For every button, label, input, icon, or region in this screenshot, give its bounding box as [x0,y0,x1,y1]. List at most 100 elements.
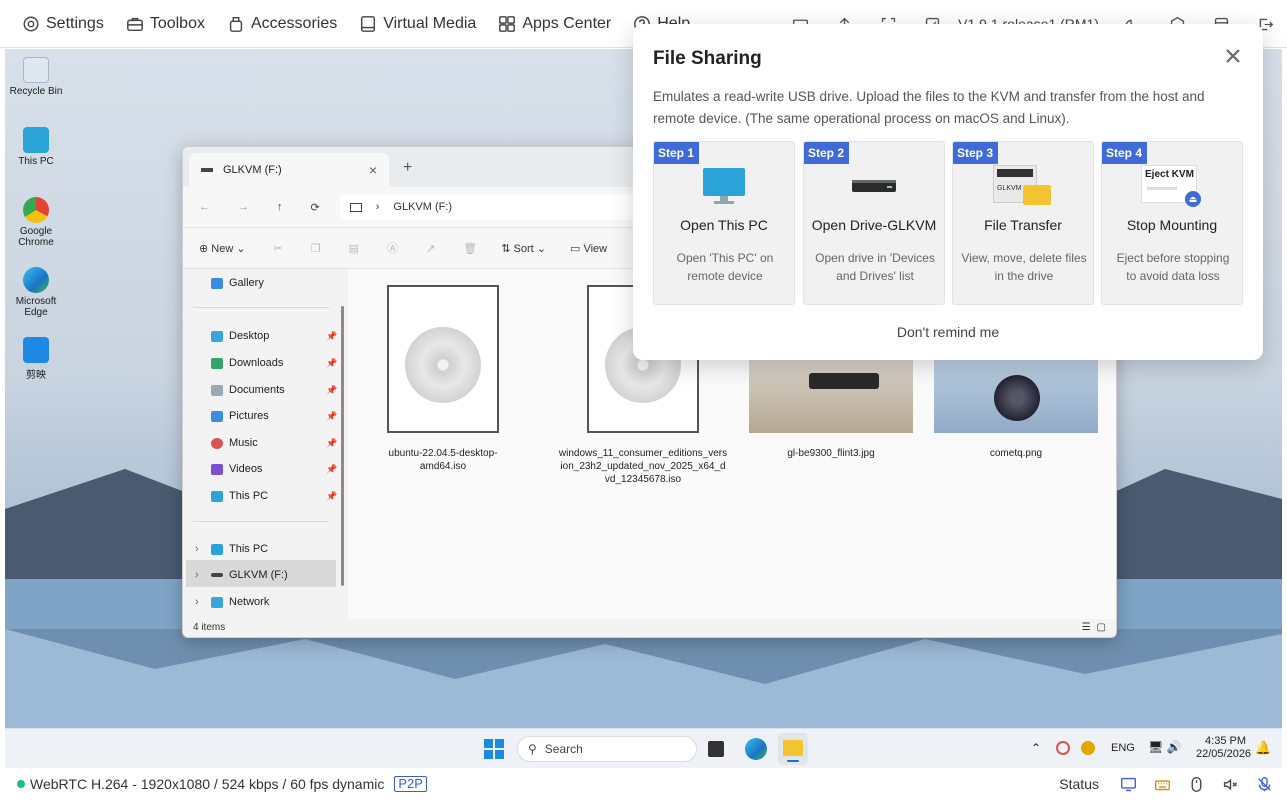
dialog-title: File Sharing [653,48,762,69]
language-indicator[interactable]: ENG [1111,742,1135,754]
virtual-media-menu[interactable]: Virtual Media [359,15,476,33]
accessories-menu[interactable]: Accessories [227,15,337,33]
sidebar-tree-glkvm[interactable]: GLKVM (F:) [211,569,288,581]
step-title: Stop Mounting [1126,217,1218,233]
sidebar-tree-network[interactable]: Network [211,596,269,608]
media-icon [361,15,376,32]
speaker-muted-icon[interactable] [1221,775,1239,793]
monitor-status-icon[interactable] [1119,775,1137,793]
share-icon[interactable]: ↗ [426,242,435,255]
step-card-1: Step 1 Open This PC Open 'This PC' on re… [653,141,795,305]
desktop-icon-this-pc[interactable]: This PC [6,127,66,167]
chevron-right-icon[interactable]: › [195,569,199,581]
desktop-icon-capcut[interactable]: 剪映 [6,337,66,381]
desktop-icon-recycle-bin[interactable]: Recycle Bin [6,57,66,97]
sidebar-item-documents[interactable]: Documents [211,384,285,396]
step-card-4: Step 4 Eject KVM ⏏ Stop Mounting Eject b… [1101,141,1243,305]
desktop-icon-chrome[interactable]: Google Chrome [6,197,66,248]
sidebar-item-music[interactable]: Music [211,437,258,449]
pin-icon[interactable]: 📌 [326,331,337,342]
keyboard-status-icon[interactable] [1153,775,1171,793]
desktop-icon-edge[interactable]: Microsoft Edge [6,267,66,318]
documents-icon [211,384,223,396]
gallery-icon [211,277,223,289]
tray-security-icon[interactable] [1081,741,1095,755]
close-icon[interactable] [1223,46,1243,66]
step-badge: Step 1 [654,142,700,164]
forward-arrow-icon[interactable]: → [238,201,249,213]
sidebar-scrollbar[interactable] [339,274,345,624]
pin-icon[interactable]: 📌 [326,358,337,369]
network-speaker-icons[interactable]: 🖥 🔊 [1148,740,1182,754]
dialog-description: Emulates a read-write USB drive. Upload … [653,89,1205,126]
chevron-up-icon[interactable]: ⌃ [1031,741,1041,755]
explorer-sidebar: Gallery Desktop Downloads Documents Pict… [183,269,343,619]
chevron-right-icon[interactable]: › [195,596,199,608]
sidebar-tree-this-pc[interactable]: This PC [211,543,268,555]
toolbox-label: Toolbox [149,14,205,32]
this-pc-icon [23,127,49,153]
pin-icon[interactable]: 📌 [326,491,337,502]
step-badge: Step 4 [1102,142,1148,164]
status-label[interactable]: Status [1059,776,1099,792]
taskbar-clock[interactable]: 4:35 PM 22/05/2026 [1196,735,1251,761]
explorer-taskbar-button[interactable] [778,733,808,765]
sidebar-item-gallery[interactable]: Gallery [211,277,264,289]
gear-icon [23,16,39,31]
step-card-2: Step 2 Open Drive-GLKVM Open drive in 'D… [803,141,945,305]
mouse-status-icon[interactable] [1187,775,1205,793]
apps-center-menu[interactable]: Apps Center [498,15,611,33]
eject-icon: ⏏ [1185,191,1201,207]
back-arrow-icon[interactable]: ← [199,201,210,213]
this-pc-small-icon [211,543,223,555]
pin-icon[interactable]: 📌 [326,385,337,396]
downloads-icon [211,357,223,369]
rename-icon[interactable]: Ⓐ [387,240,398,256]
sidebar-item-pictures[interactable]: Pictures [211,410,269,422]
notification-bell-icon[interactable]: 🔔 [1255,740,1271,756]
copy-icon[interactable]: ❐ [311,242,321,255]
microphone-muted-icon[interactable] [1255,775,1273,793]
sidebar-item-videos[interactable]: Videos [211,463,262,475]
refresh-icon[interactable]: ⟳ [311,201,320,214]
dont-remind-me-link[interactable]: Don't remind me [633,324,1263,340]
new-tab-icon[interactable]: + [403,159,412,177]
sort-button[interactable]: ⇅ Sort ⌄ [501,242,546,255]
view-button[interactable]: ▭ View [570,242,607,255]
file-item-ubuntu-iso[interactable]: ubuntu-22.04.5-desktop-amd64.iso [368,285,518,473]
paste-icon[interactable]: ▤ [349,242,359,255]
taskbar-search[interactable]: ⚲ Search [517,736,697,762]
new-button[interactable]: ⊕ New ⌄ [199,242,246,255]
cut-icon[interactable]: ✂ [274,242,283,255]
status-bar-right: Status [1059,768,1287,800]
monitor-illustration [654,164,794,208]
task-view-icon[interactable] [708,741,724,757]
delete-icon[interactable]: 🗑 [463,242,477,255]
address-text: GLKVM (F:) [393,201,453,213]
tiles-view-icon[interactable]: ▢ [1097,622,1106,633]
toolbox-menu[interactable]: Toolbox [126,15,205,33]
chevron-right-icon[interactable]: › [195,543,199,555]
step-title: File Transfer [984,217,1062,233]
pin-icon[interactable]: 📌 [326,464,337,475]
toolbox-icon [126,17,143,31]
up-arrow-icon[interactable]: ↑ [277,201,283,213]
disc-image-icon [387,285,499,433]
pin-icon[interactable]: 📌 [326,438,337,449]
tray-app-icon[interactable] [1056,741,1070,755]
tab-close-icon[interactable]: × [369,162,377,178]
capcut-icon [23,337,49,363]
windows-start-icon[interactable] [484,739,504,759]
sidebar-item-this-pc-quick[interactable]: This PC [211,490,268,502]
network-icon [211,596,223,608]
explorer-tab[interactable]: GLKVM (F:) × [189,153,389,187]
sidebar-item-downloads[interactable]: Downloads [211,357,283,369]
edge-taskbar-icon[interactable] [745,738,767,760]
apps-center-label: Apps Center [522,14,612,32]
settings-menu[interactable]: Settings [22,15,104,33]
pin-icon[interactable]: 📌 [326,411,337,422]
sidebar-item-desktop[interactable]: Desktop [211,330,269,342]
accessories-icon [229,16,243,32]
details-view-icon[interactable]: ☰ [1082,622,1091,633]
desktop-folder-icon [211,330,223,342]
